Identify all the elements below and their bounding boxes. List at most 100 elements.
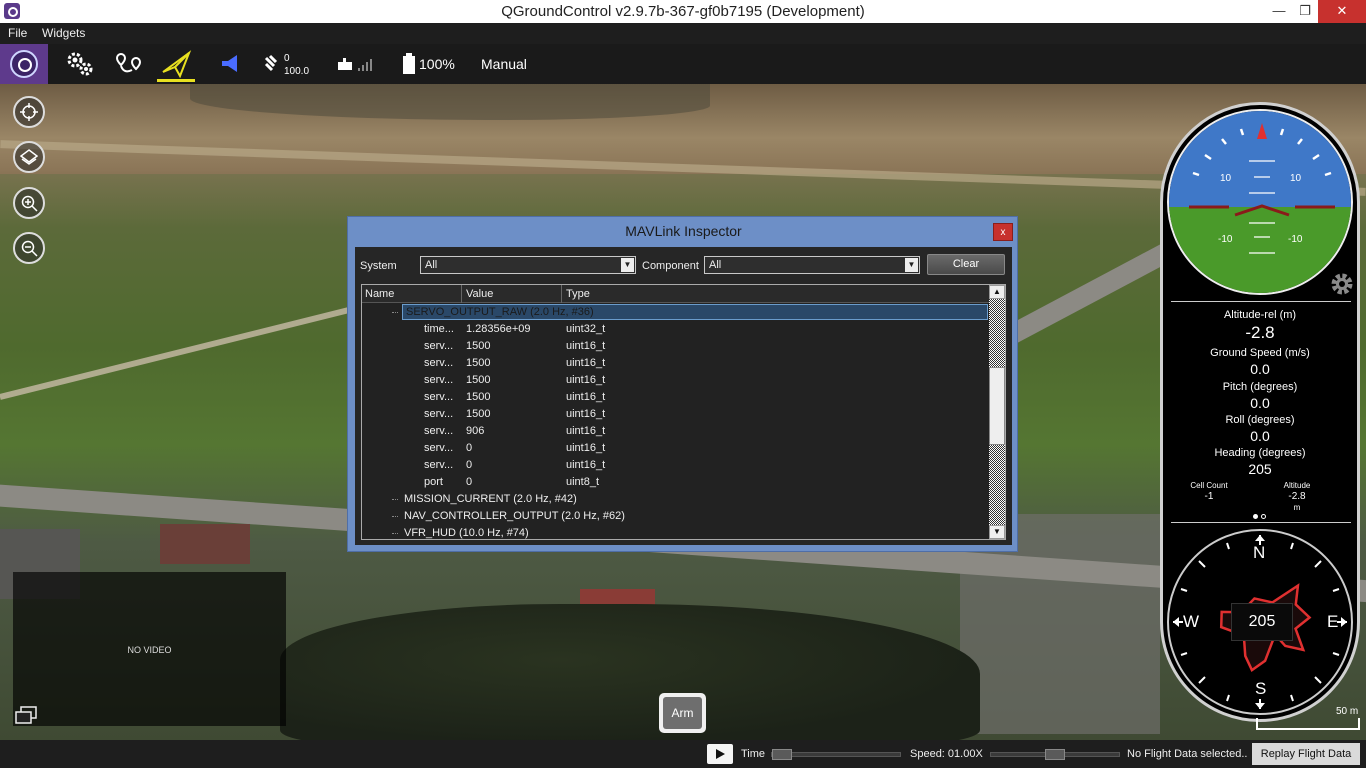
field-name: time... [424,323,454,335]
scroll-down-icon[interactable]: ▼ [989,525,1005,539]
arm-button[interactable]: Arm [659,693,706,733]
compass: N S E W 205 [1167,529,1353,715]
video-panel[interactable]: NO VIDEO [13,572,286,726]
field-name: serv... [424,442,454,454]
time-slider-handle[interactable] [772,749,792,760]
tree-scrollbar[interactable]: ▲ ▼ [989,285,1005,539]
pitch-label: Pitch (degrees) [1222,381,1298,393]
mavlink-inspector-dialog[interactable]: MAVLink Inspector x System All ▼ Compone… [347,216,1018,552]
field-type: uint16_t [566,357,606,369]
system-select[interactable]: All ▼ [420,256,636,274]
tree-row-selected[interactable]: SERVO_OUTPUT_RAW (2.0 Hz, #36) [402,304,988,320]
close-window-button[interactable]: ✕ [1318,0,1366,23]
field-name: serv... [424,374,454,386]
table-row[interactable]: serv... 1500 uint16_t [362,355,989,372]
scrollbar-thumb[interactable] [989,367,1005,445]
page-dot[interactable] [1261,514,1266,519]
altitude-rel-value: -2.8 [1245,323,1275,342]
maximize-button[interactable]: ❐ [1290,0,1320,23]
table-row[interactable]: serv... 1500 uint16_t [362,338,989,355]
compass-north: N [1253,543,1266,562]
table-row[interactable]: port 0 uint8_t [362,474,989,491]
compass-west: W [1183,612,1200,631]
system-label: System [360,260,397,272]
heading-value: 205 [1248,461,1272,477]
flight-mode[interactable]: Manual [481,56,527,72]
qgc-logo-button[interactable] [0,44,48,84]
list-item[interactable]: VFR_HUD (10.0 Hz, #74) [362,525,989,539]
field-value: 1500 [466,391,491,403]
plan-waypoint-icon[interactable] [112,50,144,78]
attitude-indicator: 10 10 -10 -10 [1167,109,1353,295]
column-separator[interactable] [561,285,562,303]
scroll-up-icon[interactable]: ▲ [989,285,1005,299]
table-row[interactable]: serv... 1500 uint16_t [362,389,989,406]
status-bar: Time Speed: 01.00X No Flight Data select… [0,740,1366,768]
play-button[interactable] [707,744,733,764]
table-row[interactable]: serv... 1500 uint16_t [362,372,989,389]
altitude-mini-value: -2.8 [1288,491,1306,502]
battery-icon [403,53,415,74]
instrument-divider [1171,522,1351,523]
zoom-out-icon [21,240,38,257]
table-row[interactable]: serv... 1500 uint16_t [362,406,989,423]
center-map-button[interactable] [13,96,45,128]
component-select[interactable]: All ▼ [704,256,920,274]
compass-heading: 205 [1231,603,1293,641]
map-scale-label: 50 m [1336,706,1359,717]
replay-flight-data-button[interactable]: Replay Flight Data [1252,743,1360,765]
layers-icon [20,149,38,165]
table-row[interactable]: serv... 0 uint16_t [362,457,989,474]
altitude-mini-label: Altitude [1283,481,1311,490]
field-type: uint16_t [566,340,606,352]
pitch-label-upper-right: 10 [1290,173,1302,184]
dialog-close-button[interactable]: x [993,223,1013,241]
cell-count-value: -1 [1204,491,1214,502]
zoom-in-button[interactable] [13,187,45,219]
zoom-out-button[interactable] [13,232,45,264]
window-title: QGroundControl v2.9.7b-367-gf0b7195 (Dev… [501,3,865,20]
table-row[interactable]: time... 1.28356e+09 uint32_t [362,321,989,338]
field-name: serv... [424,391,454,403]
main-toolbar: 0 100.0 100% Manual [0,44,1366,84]
field-type: uint16_t [566,425,606,437]
gps-hdop: 100.0 [284,66,310,77]
video-status: NO VIDEO [127,645,172,655]
clear-button[interactable]: Clear [927,254,1005,275]
field-type: uint16_t [566,459,606,471]
pitch-label-upper-left: 10 [1220,173,1232,184]
column-header-type[interactable]: Type [566,288,590,300]
column-separator[interactable] [461,285,462,303]
message-tree[interactable]: Name Value Type SERVO_OUTPUT_RAW (2.0 Hz… [361,284,1006,540]
menu-file[interactable]: File [8,26,27,40]
setup-gears-icon[interactable] [64,50,96,78]
tree-header: Name Value Type [362,285,989,303]
megaphone-icon[interactable] [215,50,243,78]
list-item[interactable]: NAV_CONTROLLER_OUTPUT (2.0 Hz, #62) [362,508,989,525]
column-header-name[interactable]: Name [365,288,394,300]
page-dot-active[interactable] [1253,514,1258,519]
cell-count-label: Cell Count [1190,481,1228,490]
crosshair-icon [20,103,38,121]
field-value: 0 [466,459,473,471]
field-value: 906 [466,425,485,437]
gear-icon[interactable] [1329,271,1355,297]
map-scale-bar [1256,718,1360,730]
field-value: 1500 [466,408,491,420]
table-row[interactable]: serv... 906 uint16_t [362,423,989,440]
altitude-mini-unit: m [1293,503,1301,512]
list-item[interactable]: MISSION_CURRENT (2.0 Hz, #42) [362,491,989,508]
field-value: 1.28356e+09 [466,323,531,335]
table-row[interactable]: serv... 0 uint16_t [362,440,989,457]
selected-message-name: SERVO_OUTPUT_RAW (2.0 Hz, #36) [406,306,594,318]
field-value: 1500 [466,340,491,352]
field-name: serv... [424,340,454,352]
field-name: serv... [424,357,454,369]
speed-slider-handle[interactable] [1045,749,1065,760]
menu-widgets[interactable]: Widgets [42,26,85,40]
field-type: uint16_t [566,408,606,420]
column-header-value[interactable]: Value [466,288,493,300]
fly-paper-plane-icon[interactable] [160,50,192,78]
video-toggle-icon[interactable] [15,706,37,724]
map-layers-button[interactable] [13,141,45,173]
